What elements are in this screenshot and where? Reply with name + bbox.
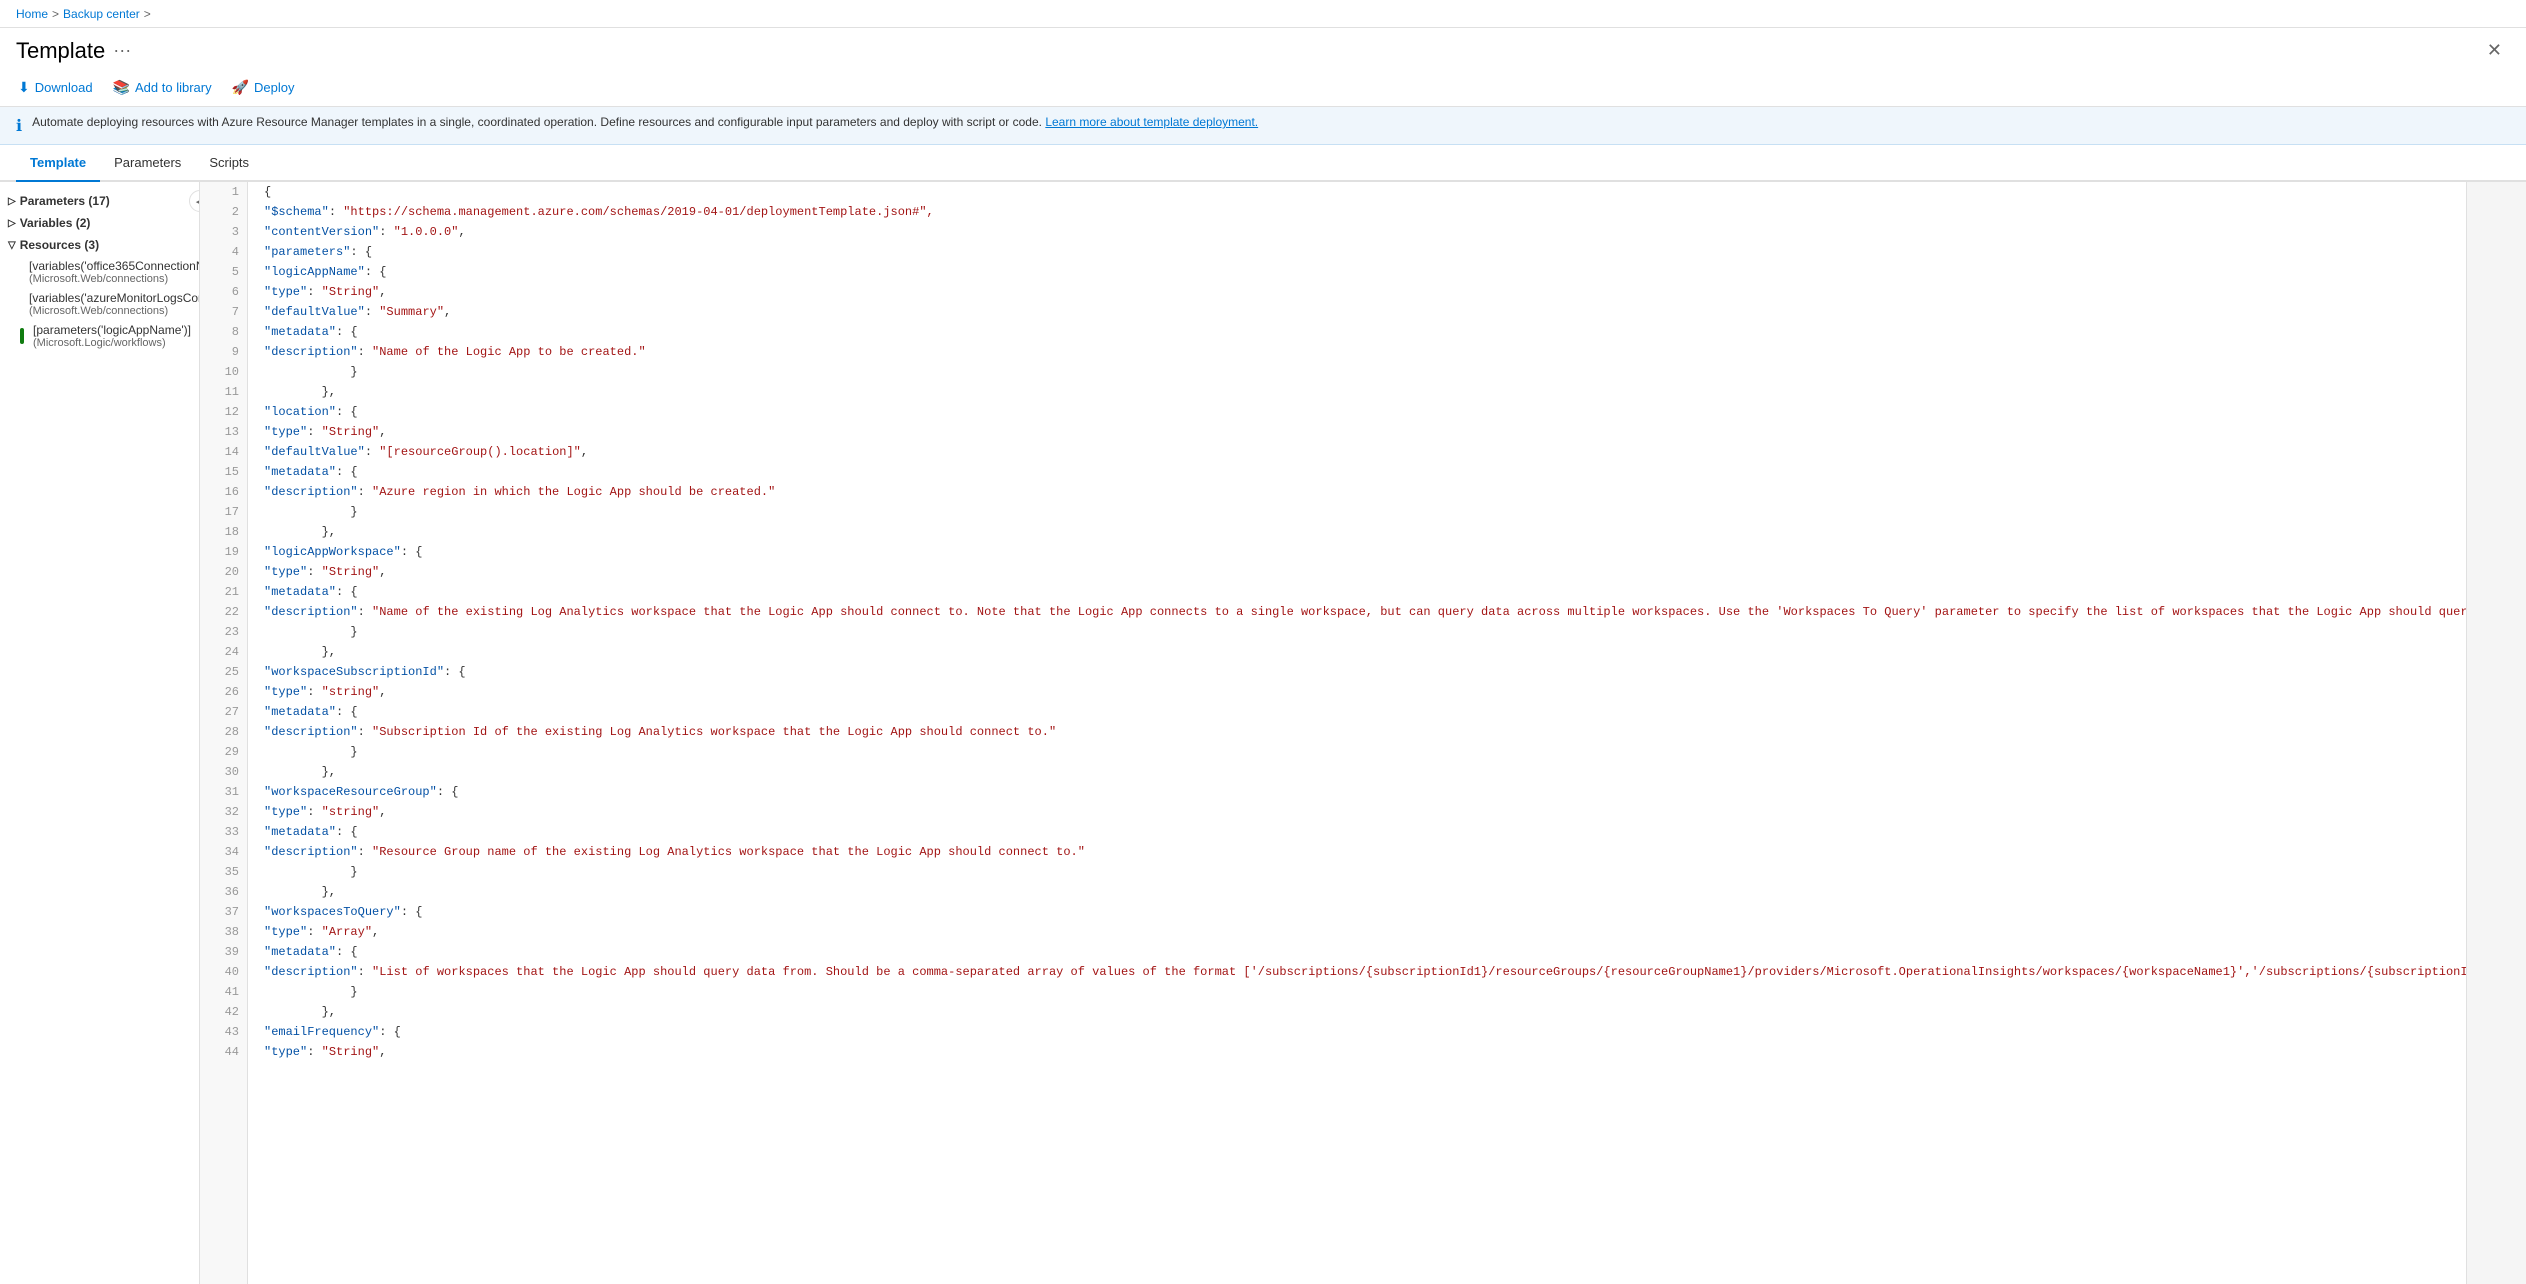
- resource-label-2: [parameters('logicAppName')]: [33, 323, 191, 337]
- deploy-button[interactable]: 🚀 Deploy: [230, 75, 297, 100]
- breadcrumb-sep1: >: [52, 7, 59, 21]
- toolbar: ⬇ Download 📚 Add to library 🚀 Deploy: [0, 69, 2526, 107]
- resource-sub-0: (Microsoft.Web/connections): [29, 273, 200, 285]
- sidebar: ◀ ▷ Parameters (17) ▷ Variables (2) ▽ Re…: [0, 182, 200, 1284]
- library-icon: 📚: [113, 79, 130, 96]
- sidebar-resource-0[interactable]: [variables('office365ConnectionNa (Micro…: [0, 256, 199, 288]
- tab-scripts[interactable]: Scripts: [195, 145, 263, 182]
- resource-sub-1: (Microsoft.Web/connections): [29, 305, 200, 317]
- download-button[interactable]: ⬇ Download: [16, 75, 95, 100]
- minimap: [2466, 182, 2526, 1284]
- breadcrumb: Home > Backup center >: [16, 7, 151, 21]
- code-editor[interactable]: 1234567891011121314151617181920212223242…: [200, 182, 2466, 1284]
- breadcrumb-backup-center[interactable]: Backup center: [63, 7, 140, 21]
- close-button[interactable]: ✕: [2479, 36, 2510, 65]
- editor-area: 1234567891011121314151617181920212223242…: [200, 182, 2466, 1284]
- parameters-expand-icon: ▷: [8, 196, 16, 207]
- main-content: ◀ ▷ Parameters (17) ▷ Variables (2) ▽ Re…: [0, 182, 2526, 1284]
- add-to-library-button[interactable]: 📚 Add to library: [111, 75, 214, 100]
- page-title: Template: [16, 38, 105, 64]
- info-text: Automate deploying resources with Azure …: [32, 115, 1258, 129]
- tab-template[interactable]: Template: [16, 145, 100, 182]
- sidebar-group-variables[interactable]: ▷ Variables (2): [0, 212, 199, 234]
- code-content: { "$schema": "https://schema.management.…: [248, 182, 2466, 1284]
- page-more-options[interactable]: ···: [113, 40, 131, 61]
- info-link[interactable]: Learn more about template deployment.: [1045, 115, 1258, 129]
- info-banner: ℹ Automate deploying resources with Azur…: [0, 107, 2526, 145]
- resources-expand-icon: ▽: [8, 240, 16, 251]
- breadcrumb-home[interactable]: Home: [16, 7, 48, 21]
- sidebar-group-parameters[interactable]: ▷ Parameters (17): [0, 190, 199, 212]
- info-icon: ℹ: [16, 116, 22, 136]
- top-bar: Home > Backup center >: [0, 0, 2526, 28]
- resource-label-0: [variables('office365ConnectionNa: [29, 259, 200, 273]
- deploy-icon: 🚀: [232, 79, 249, 96]
- download-icon: ⬇: [18, 79, 30, 96]
- variables-expand-icon: ▷: [8, 218, 16, 229]
- resource-sub-2: (Microsoft.Logic/workflows): [33, 337, 191, 349]
- line-numbers: 1234567891011121314151617181920212223242…: [200, 182, 248, 1284]
- sidebar-resource-1[interactable]: [variables('azureMonitorLogsConn (Micros…: [0, 288, 199, 320]
- variables-label: Variables (2): [20, 216, 91, 230]
- resource-label-1: [variables('azureMonitorLogsConn: [29, 291, 200, 305]
- resources-label: Resources (3): [20, 238, 99, 252]
- sidebar-group-resources[interactable]: ▽ Resources (3): [0, 234, 199, 256]
- breadcrumb-sep2: >: [144, 7, 151, 21]
- tabs-bar: Template Parameters Scripts: [0, 145, 2526, 182]
- logic-workflow-icon: [20, 328, 24, 344]
- parameters-label: Parameters (17): [20, 194, 110, 208]
- page-header: Template ··· ✕: [0, 28, 2526, 69]
- sidebar-resource-2[interactable]: [parameters('logicAppName')] (Microsoft.…: [0, 320, 199, 352]
- tab-parameters[interactable]: Parameters: [100, 145, 195, 182]
